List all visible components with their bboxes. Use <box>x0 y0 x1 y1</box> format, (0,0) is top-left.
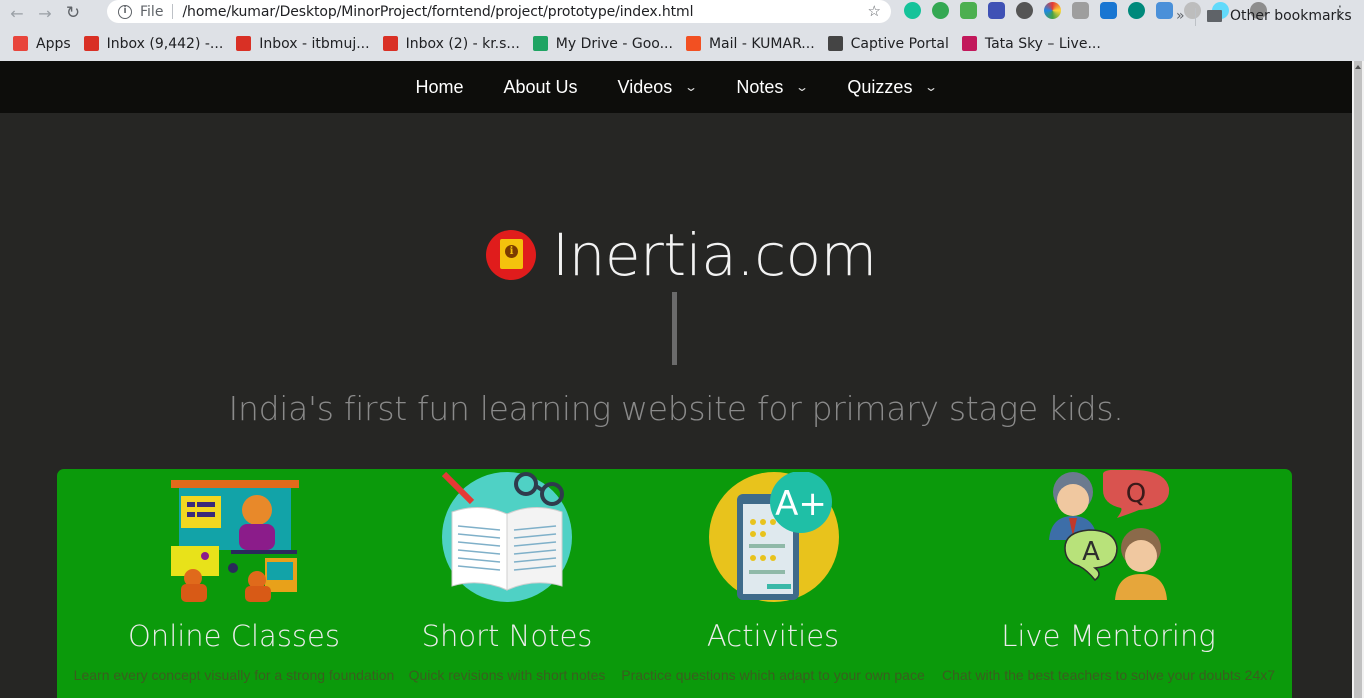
typing-cursor <box>672 292 677 365</box>
folder-icon <box>1207 10 1222 22</box>
bookmark-item[interactable]: Apps <box>13 36 71 52</box>
site-navbar: Home About Us Videos ⌄ Notes ⌄ Quizzes ⌄ <box>0 61 1352 113</box>
browser-toolbar: ← → ↻ i File /home/kumar/Desktop/MinorPr… <box>0 0 1364 26</box>
short-notes-icon <box>442 472 572 602</box>
scroll-up-icon[interactable] <box>1355 65 1361 69</box>
features-panel: Online Classes Learn every concept visua… <box>57 469 1292 698</box>
feature-title: Activities <box>706 619 840 653</box>
other-bookmarks-label: Other bookmarks <box>1230 8 1352 24</box>
bookmark-label: Apps <box>36 35 71 52</box>
extension-chip-icon[interactable] <box>988 2 1005 19</box>
chevron-down-icon: ⌄ <box>684 80 699 94</box>
site-info-icon[interactable]: i <box>118 4 132 19</box>
brand: i Inertia.com <box>486 221 877 289</box>
nav-item-quizzes[interactable]: Quizzes ⌄ <box>847 76 939 98</box>
brand-title: Inertia.com <box>552 221 877 289</box>
apps-grid-icon <box>13 36 28 51</box>
url-text[interactable]: /home/kumar/Desktop/MinorProject/fornten… <box>182 4 693 20</box>
nav-item-label: Quizzes <box>847 76 913 97</box>
address-bar[interactable]: i File /home/kumar/Desktop/MinorProject/… <box>107 0 891 23</box>
bookmark-label: Tata Sky – Live... <box>984 35 1101 52</box>
bookmark-label: Inbox (2) - kr.s... <box>405 35 520 52</box>
bookmarks-divider <box>1195 8 1196 26</box>
gmail-icon <box>236 36 252 51</box>
gmail-icon <box>382 36 398 51</box>
bookmark-item[interactable]: Mail - KUMAR... <box>685 35 815 52</box>
bookmark-label: Mail - KUMAR... <box>708 35 815 52</box>
bookmarks-bar: Apps Inbox (9,442) -... Inbox - itbmuj... I… <box>0 26 1364 61</box>
portal-icon <box>827 36 843 51</box>
feature-title: Online Classes <box>127 619 340 653</box>
extension-tools-icon[interactable] <box>1072 2 1089 19</box>
online-classes-icon <box>171 480 299 602</box>
back-icon[interactable]: ← <box>6 2 28 24</box>
activities-icon: A+ <box>709 472 839 602</box>
chevron-down-icon: ⌄ <box>795 80 810 94</box>
extension-moon-icon[interactable] <box>1184 2 1201 19</box>
svg-text:A: A <box>1082 537 1100 567</box>
scrollbar-thumb[interactable] <box>1354 61 1362 698</box>
bookmark-item[interactable]: Inbox - itbmuj... <box>236 35 370 52</box>
bookmark-star-icon[interactable]: ☆ <box>868 2 881 20</box>
bookmark-item[interactable]: Inbox (9,442) -... <box>83 35 224 52</box>
svg-text:Q: Q <box>1126 479 1146 509</box>
extension-hand-icon[interactable] <box>932 2 949 19</box>
nav-item-label: Notes <box>736 76 784 97</box>
hero-tagline: India's first fun learning website for p… <box>228 389 1124 428</box>
microsoft-icon <box>685 36 701 51</box>
bookmark-item[interactable]: Tata Sky – Live... <box>961 35 1101 52</box>
nav-item-label: About Us <box>503 76 578 97</box>
feature-description: Chat with the best teachers to solve you… <box>941 667 1276 683</box>
bookmark-label: Inbox (9,442) -... <box>106 35 224 52</box>
bookmark-item[interactable]: My Drive - Goo... <box>532 35 673 52</box>
bookmark-label: Captive Portal <box>850 35 949 52</box>
live-mentoring-icon: Q A <box>1049 470 1170 600</box>
extension-green-icon[interactable] <box>960 2 977 19</box>
page-scrollbar[interactable] <box>1352 61 1364 698</box>
nav-item-videos[interactable]: Videos ⌄ <box>617 76 699 98</box>
address-divider <box>172 4 174 19</box>
other-bookmarks-button[interactable]: Other bookmarks <box>1207 8 1352 24</box>
url-scheme-label: File <box>140 3 164 20</box>
svg-text:A+: A+ <box>775 484 827 524</box>
forward-icon[interactable]: → <box>34 2 56 24</box>
extension-record-icon[interactable] <box>1016 2 1033 19</box>
reload-icon[interactable]: ↻ <box>62 2 84 24</box>
feature-title: Short Notes <box>421 619 593 653</box>
feature-description: Quick revisions with short notes <box>408 667 606 683</box>
nav-item-label: Home <box>415 76 464 97</box>
extension-color-icon[interactable] <box>1044 2 1061 19</box>
bookmark-item[interactable]: Captive Portal <box>827 35 949 52</box>
extension-g-icon[interactable] <box>1156 2 1173 19</box>
page-viewport: Home About Us Videos ⌄ Notes ⌄ Quizzes ⌄ i Iner… <box>0 61 1352 698</box>
extension-window-icon[interactable] <box>1100 2 1117 19</box>
bookmark-label: My Drive - Goo... <box>555 35 673 52</box>
brand-logo-icon: i <box>486 230 536 280</box>
feature-title: Live Mentoring <box>1001 619 1216 653</box>
extension-globe-icon[interactable] <box>1128 2 1145 19</box>
feature-description: Practice questions which adapt to your o… <box>621 667 925 683</box>
nav-item-label: Videos <box>617 76 673 97</box>
bookmark-item[interactable]: Inbox (2) - kr.s... <box>382 35 520 52</box>
extension-grammarly-icon[interactable] <box>904 2 921 19</box>
drive-icon <box>532 36 548 51</box>
nav-item-notes[interactable]: Notes ⌄ <box>736 76 810 98</box>
more-bookmarks-chevron[interactable]: » <box>1176 8 1185 24</box>
bookmark-label: Inbox - itbmuj... <box>259 35 370 52</box>
chevron-down-icon: ⌄ <box>924 80 939 94</box>
tatasky-icon <box>961 36 977 51</box>
nav-item-home[interactable]: Home <box>415 77 463 98</box>
nav-item-about-us[interactable]: About Us <box>504 77 578 98</box>
feature-description: Learn every concept visually for a stron… <box>73 667 395 683</box>
gmail-icon <box>83 36 99 51</box>
